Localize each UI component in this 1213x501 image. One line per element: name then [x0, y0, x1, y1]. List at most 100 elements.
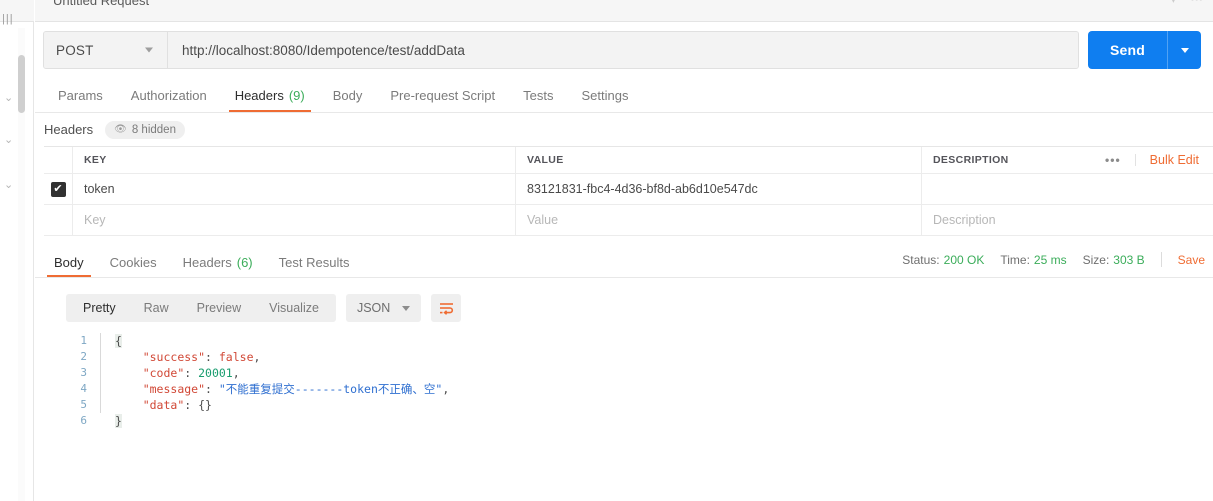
tab-count: (9)	[288, 88, 305, 103]
tab-params[interactable]: Params	[44, 79, 117, 112]
send-button[interactable]: Send	[1088, 31, 1167, 69]
size-label: Size:	[1082, 252, 1110, 267]
url-input[interactable]: http://localhost:8080/Idempotence/test/a…	[168, 32, 1078, 68]
send-button-group: Send	[1088, 31, 1201, 69]
code-text: "message": "不能重复提交-------token不正确、空",	[142, 382, 450, 396]
checkbox-checked[interactable]: ✔	[50, 181, 66, 197]
fold-guide	[100, 381, 109, 397]
comment-icon[interactable]: ▾	[1170, 0, 1176, 6]
sidebar-chevron-icon-1[interactable]: ⌄	[4, 93, 13, 104]
tab-label: Params	[58, 88, 103, 103]
view-pretty[interactable]: Pretty	[69, 297, 130, 319]
line-number: 2	[80, 350, 87, 363]
request-title: Untitled Request	[53, 0, 150, 8]
response-body-empty-area	[35, 491, 1213, 501]
tab-label: Body	[54, 254, 84, 270]
code-line: 4 "message": "不能重复提交-------token不正确、空",	[66, 381, 1166, 397]
tab-label: Test Results	[278, 254, 350, 270]
word-wrap-button[interactable]	[431, 294, 462, 322]
more-actions-icon[interactable]: •••	[1091, 154, 1136, 166]
fold-guide	[100, 349, 109, 365]
row-description-input[interactable]: Description	[922, 205, 1213, 235]
tab-tests[interactable]: Tests	[509, 79, 567, 112]
response-status: Status: 200 OK	[902, 253, 984, 267]
code-line: 5 "data": {}	[66, 397, 1166, 413]
tab-label: Pre-request Script	[390, 88, 496, 103]
fold-guide	[100, 397, 109, 413]
code-line: 1{	[66, 333, 1166, 349]
sidebar-chevron-icon-3[interactable]: ⌄	[4, 180, 13, 191]
chevron-down-icon	[1180, 47, 1189, 53]
chevron-down-icon	[402, 305, 411, 311]
table-header-row: KEY VALUE DESCRIPTION ••• Bulk Edit	[44, 147, 1213, 174]
tab-authorization[interactable]: Authorization	[117, 79, 221, 112]
hidden-headers-toggle[interactable]: 👁 8 hidden	[105, 120, 185, 139]
titlebar-actions: ▾ •••	[1170, 0, 1203, 6]
tab-count: (6)	[236, 254, 253, 270]
tab-label: Body	[332, 88, 363, 103]
column-header-description: DESCRIPTION ••• Bulk Edit	[922, 147, 1213, 173]
http-method-select[interactable]: POST	[44, 32, 168, 68]
bulk-edit-button[interactable]: Bulk Edit	[1136, 153, 1213, 167]
fold-guide	[100, 413, 109, 429]
table-row-empty[interactable]: Key Value Description	[44, 205, 1213, 236]
status-value: 200 OK	[943, 252, 985, 267]
tab-label: Settings	[581, 88, 629, 103]
line-number: 6	[80, 414, 87, 427]
line-number: 1	[80, 334, 87, 347]
column-header-description-label: DESCRIPTION	[933, 154, 1009, 166]
response-size: Size: 303 B	[1083, 253, 1145, 267]
response-tab-body[interactable]: Body	[41, 247, 97, 277]
table-row[interactable]: ✔ token 83121831-fbc4-4d36-bf8d-ab6d10e5…	[44, 174, 1213, 205]
response-body-code[interactable]: 1{2 "success": false, 3 "code": 20001, 4 "…	[66, 333, 1166, 429]
column-header-key: KEY	[73, 147, 516, 173]
tab-headers[interactable]: Headers (9)	[221, 79, 319, 112]
response-tab-headers[interactable]: Headers (6)	[170, 247, 266, 277]
word-wrap-icon	[439, 302, 453, 315]
header-checkbox-column	[44, 147, 73, 173]
tab-label: Tests	[523, 88, 554, 103]
tab-settings[interactable]: Settings	[567, 79, 642, 112]
tab-label: Authorization	[130, 88, 207, 103]
eye-icon: 👁	[114, 123, 127, 135]
more-options-icon[interactable]: •••	[1190, 0, 1203, 6]
view-visualize[interactable]: Visualize	[255, 297, 333, 319]
row-value-cell[interactable]: 83121831-fbc4-4d36-bf8d-ab6d10e547dc	[516, 174, 922, 204]
fold-guide	[100, 365, 109, 381]
url-row: POST http://localhost:8080/Idempotence/t…	[35, 22, 1213, 79]
row-key-cell[interactable]: token	[73, 174, 516, 204]
divider	[1160, 252, 1162, 267]
row-key-input[interactable]: Key	[73, 205, 516, 235]
sidebar-menu-icon[interactable]: |||	[2, 14, 14, 25]
send-options-button[interactable]	[1167, 31, 1201, 69]
view-raw[interactable]: Raw	[130, 297, 183, 319]
row-checkbox-cell-empty[interactable]	[44, 205, 73, 235]
code-line: 6}	[66, 413, 1166, 429]
response-format-label: JSON	[356, 301, 391, 315]
code-text: }	[115, 414, 122, 428]
row-value-input[interactable]: Value	[516, 205, 922, 235]
tab-label: Headers	[234, 88, 284, 103]
row-description-cell[interactable]	[922, 174, 1213, 204]
request-pane: Untitled Request ▾ ••• POST http://local…	[35, 0, 1213, 501]
sidebar-scrollbar-thumb[interactable]	[18, 55, 25, 113]
size-value: 303 B	[1113, 252, 1145, 267]
response-tab-cookies[interactable]: Cookies	[97, 247, 170, 277]
tab-pre-request-script[interactable]: Pre-request Script	[376, 79, 509, 112]
fold-guide	[100, 333, 109, 349]
sidebar-chevron-icon-2[interactable]: ⌄	[4, 135, 13, 146]
request-titlebar: Untitled Request ▾ •••	[35, 0, 1213, 22]
line-number: 4	[80, 382, 87, 395]
response-tab-test-results[interactable]: Test Results	[266, 247, 363, 277]
url-bar: POST http://localhost:8080/Idempotence/t…	[43, 31, 1079, 69]
response-meta: Status: 200 OK Time: 25 ms Size: 303 B Save	[902, 252, 1205, 267]
save-response-button[interactable]: Save	[1178, 253, 1205, 267]
response-time: Time: 25 ms	[1000, 253, 1066, 267]
tab-body[interactable]: Body	[319, 79, 377, 112]
response-format-select[interactable]: JSON	[345, 294, 422, 322]
line-number: 5	[80, 398, 87, 411]
row-checkbox-cell[interactable]: ✔	[44, 174, 73, 204]
code-line: 3 "code": 20001,	[66, 365, 1166, 381]
view-preview[interactable]: Preview	[183, 297, 255, 319]
code-text: "data": {}	[142, 398, 212, 412]
